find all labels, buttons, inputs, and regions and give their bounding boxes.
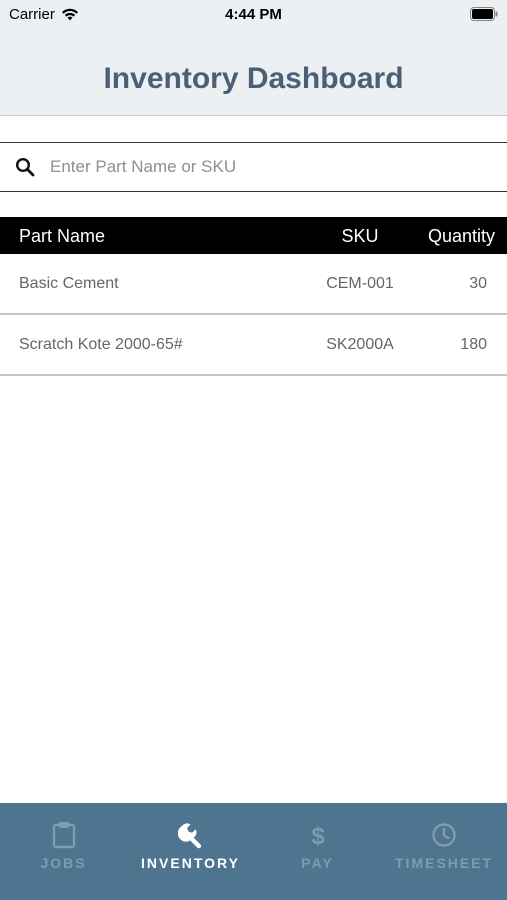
tab-timesheet[interactable]: TIMESHEET	[381, 803, 507, 900]
part-name-cell: Scratch Kote 2000-65#	[19, 336, 183, 353]
navigation-header: Inventory Dashboard	[0, 30, 507, 116]
clipboard-icon	[52, 822, 75, 849]
search-input[interactable]	[50, 154, 490, 180]
search-bar[interactable]	[0, 142, 507, 192]
clock-icon	[432, 823, 456, 847]
table-row[interactable]: Basic Cement CEM-001 30	[0, 254, 507, 315]
table-row[interactable]: Scratch Kote 2000-65# SK2000A 180	[0, 315, 507, 376]
tab-pay[interactable]: $ PAY	[254, 803, 381, 900]
tab-inventory[interactable]: INVENTORY	[127, 803, 254, 900]
page-title: Inventory Dashboard	[103, 62, 404, 95]
table-header: Part Name SKU Quantity	[0, 217, 507, 254]
column-header-quantity: Quantity	[427, 226, 495, 246]
tab-label-jobs: JOBS	[40, 855, 87, 871]
tab-label-inventory: INVENTORY	[141, 855, 240, 871]
column-header-part-name: Part Name	[19, 226, 106, 246]
wrench-icon	[177, 823, 201, 849]
tab-jobs[interactable]: JOBS	[0, 803, 127, 900]
status-time: 4:44 PM	[225, 6, 282, 23]
battery-icon	[470, 7, 498, 21]
tab-label-timesheet: TIMESHEET	[394, 855, 494, 871]
tab-bar: JOBS INVENTORY $ PAY TIMESHEET	[0, 803, 507, 900]
svg-text:$: $	[311, 823, 325, 849]
quantity-cell: 180	[460, 336, 487, 353]
status-bar: Carrier 4:44 PM	[0, 0, 507, 30]
tab-label-pay: PAY	[301, 855, 334, 871]
dollar-icon: $	[311, 823, 325, 849]
part-name-cell: Basic Cement	[19, 275, 119, 292]
quantity-cell: 30	[469, 275, 487, 292]
search-icon	[15, 157, 35, 177]
